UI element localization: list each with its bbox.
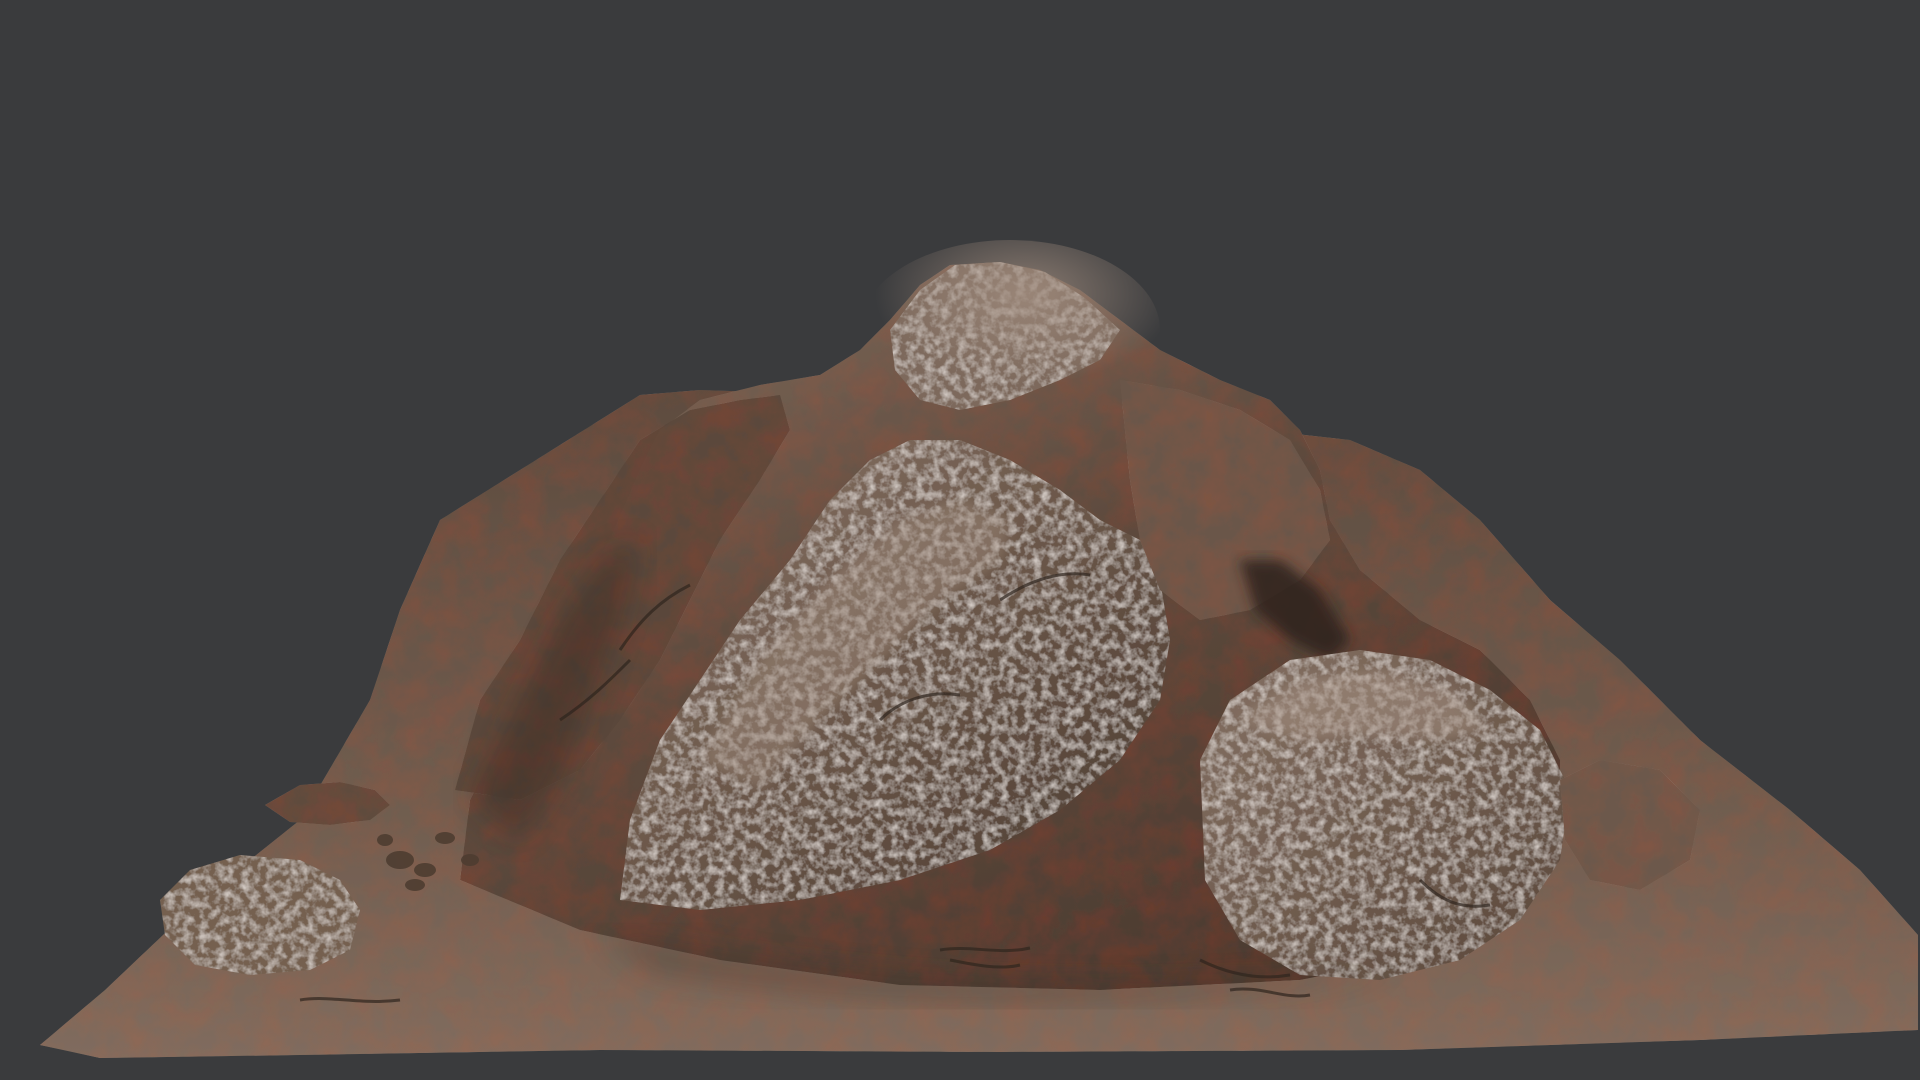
3d-viewport[interactable] <box>0 0 1920 1080</box>
peak-glow <box>860 240 1160 420</box>
rock-terrain-render <box>0 0 1920 1080</box>
